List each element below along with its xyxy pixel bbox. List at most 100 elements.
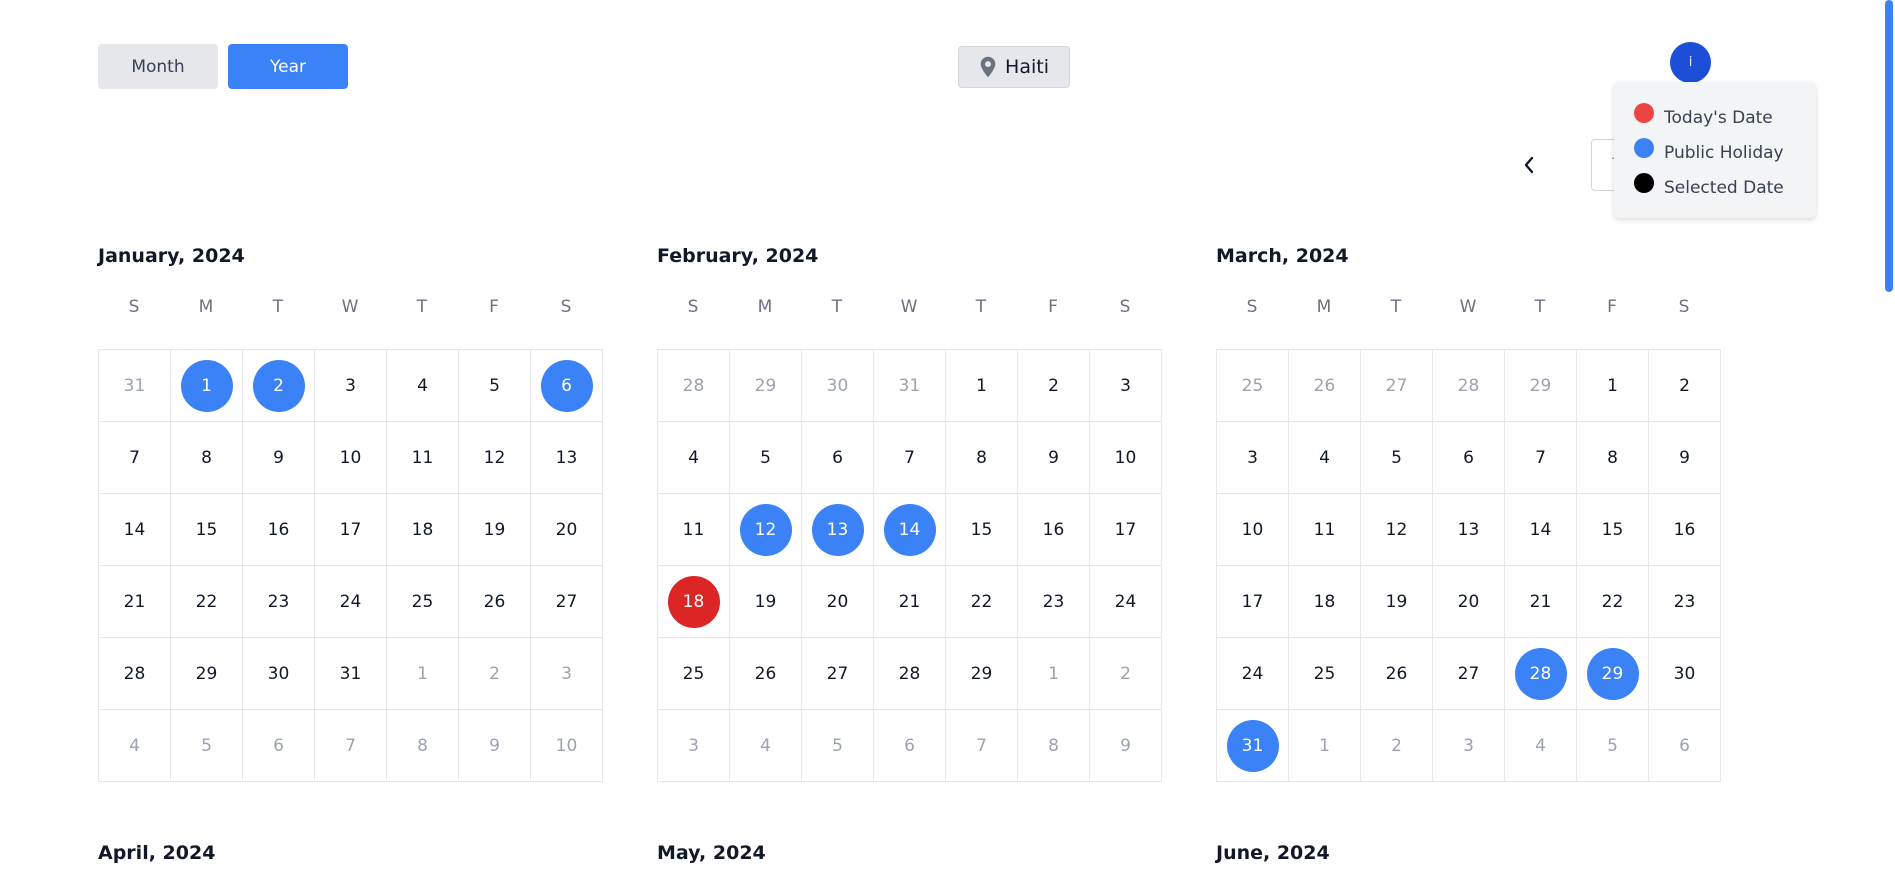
- day-cell[interactable]: 26: [1289, 350, 1361, 422]
- day-cell[interactable]: 7: [99, 422, 171, 494]
- day-cell[interactable]: 8: [171, 422, 243, 494]
- day-cell[interactable]: 21: [1505, 566, 1577, 638]
- day-cell[interactable]: 25: [1217, 350, 1289, 422]
- day-cell[interactable]: 24: [1090, 566, 1162, 638]
- year-view-button[interactable]: Year: [228, 44, 348, 89]
- day-cell[interactable]: 8: [387, 710, 459, 782]
- day-cell[interactable]: 16: [243, 494, 315, 566]
- day-cell[interactable]: 10: [531, 710, 603, 782]
- day-cell[interactable]: 9: [459, 710, 531, 782]
- day-cell[interactable]: 13: [531, 422, 603, 494]
- day-cell[interactable]: 4: [658, 422, 730, 494]
- day-cell[interactable]: 28: [1433, 350, 1505, 422]
- day-cell[interactable]: 3: [658, 710, 730, 782]
- day-cell[interactable]: 3: [1217, 422, 1289, 494]
- day-cell[interactable]: 30: [243, 638, 315, 710]
- day-cell[interactable]: 9: [1649, 422, 1721, 494]
- day-cell[interactable]: 29: [171, 638, 243, 710]
- day-cell[interactable]: 25: [658, 638, 730, 710]
- day-cell[interactable]: 19: [1361, 566, 1433, 638]
- day-cell[interactable]: 29: [946, 638, 1018, 710]
- day-cell[interactable]: 6: [243, 710, 315, 782]
- day-cell[interactable]: 21: [99, 566, 171, 638]
- day-cell[interactable]: 5: [459, 350, 531, 422]
- day-cell[interactable]: 25: [387, 566, 459, 638]
- day-cell[interactable]: 17: [1090, 494, 1162, 566]
- day-cell[interactable]: 24: [315, 566, 387, 638]
- day-cell[interactable]: 11: [387, 422, 459, 494]
- day-cell[interactable]: 27: [1433, 638, 1505, 710]
- day-cell[interactable]: 31: [874, 350, 946, 422]
- day-cell[interactable]: 12: [459, 422, 531, 494]
- day-cell[interactable]: 31: [99, 350, 171, 422]
- day-cell[interactable]: 15: [171, 494, 243, 566]
- day-cell[interactable]: 4: [1505, 710, 1577, 782]
- holiday-day-cell[interactable]: 14: [874, 494, 946, 566]
- day-cell[interactable]: 11: [1289, 494, 1361, 566]
- day-cell[interactable]: 24: [1217, 638, 1289, 710]
- day-cell[interactable]: 10: [1217, 494, 1289, 566]
- day-cell[interactable]: 4: [99, 710, 171, 782]
- day-cell[interactable]: 26: [459, 566, 531, 638]
- day-cell[interactable]: 5: [171, 710, 243, 782]
- day-cell[interactable]: 23: [243, 566, 315, 638]
- day-cell[interactable]: 2: [1090, 638, 1162, 710]
- day-cell[interactable]: 12: [1361, 494, 1433, 566]
- day-cell[interactable]: 16: [1018, 494, 1090, 566]
- day-cell[interactable]: 14: [1505, 494, 1577, 566]
- day-cell[interactable]: 7: [874, 422, 946, 494]
- day-cell[interactable]: 20: [802, 566, 874, 638]
- day-cell[interactable]: 11: [658, 494, 730, 566]
- day-cell[interactable]: 21: [874, 566, 946, 638]
- day-cell[interactable]: 3: [1090, 350, 1162, 422]
- day-cell[interactable]: 9: [1090, 710, 1162, 782]
- day-cell[interactable]: 9: [243, 422, 315, 494]
- day-cell[interactable]: 2: [1649, 350, 1721, 422]
- scrollbar-track[interactable]: [1883, 0, 1895, 885]
- day-cell[interactable]: 6: [874, 710, 946, 782]
- day-cell[interactable]: 30: [802, 350, 874, 422]
- holiday-day-cell[interactable]: 29: [1577, 638, 1649, 710]
- day-cell[interactable]: 7: [315, 710, 387, 782]
- day-cell[interactable]: 1: [1577, 350, 1649, 422]
- holiday-day-cell[interactable]: 31: [1217, 710, 1289, 782]
- day-cell[interactable]: 30: [1649, 638, 1721, 710]
- day-cell[interactable]: 10: [315, 422, 387, 494]
- day-cell[interactable]: 4: [387, 350, 459, 422]
- day-cell[interactable]: 27: [1361, 350, 1433, 422]
- day-cell[interactable]: 6: [1649, 710, 1721, 782]
- day-cell[interactable]: 31: [315, 638, 387, 710]
- day-cell[interactable]: 28: [658, 350, 730, 422]
- day-cell[interactable]: 2: [1018, 350, 1090, 422]
- day-cell[interactable]: 28: [874, 638, 946, 710]
- day-cell[interactable]: 18: [1289, 566, 1361, 638]
- day-cell[interactable]: 4: [1289, 422, 1361, 494]
- day-cell[interactable]: 22: [946, 566, 1018, 638]
- previous-year-button[interactable]: [1516, 150, 1542, 180]
- day-cell[interactable]: 15: [1577, 494, 1649, 566]
- day-cell[interactable]: 8: [1577, 422, 1649, 494]
- day-cell[interactable]: 3: [1433, 710, 1505, 782]
- day-cell[interactable]: 1: [1289, 710, 1361, 782]
- day-cell[interactable]: 17: [315, 494, 387, 566]
- day-cell[interactable]: 18: [387, 494, 459, 566]
- day-cell[interactable]: 27: [802, 638, 874, 710]
- day-cell[interactable]: 8: [946, 422, 1018, 494]
- day-cell[interactable]: 16: [1649, 494, 1721, 566]
- holiday-day-cell[interactable]: 12: [730, 494, 802, 566]
- day-cell[interactable]: 26: [1361, 638, 1433, 710]
- day-cell[interactable]: 2: [1361, 710, 1433, 782]
- day-cell[interactable]: 4: [730, 710, 802, 782]
- day-cell[interactable]: 2: [459, 638, 531, 710]
- holiday-day-cell[interactable]: 6: [531, 350, 603, 422]
- day-cell[interactable]: 20: [531, 494, 603, 566]
- day-cell[interactable]: 10: [1090, 422, 1162, 494]
- day-cell[interactable]: 5: [730, 422, 802, 494]
- day-cell[interactable]: 1: [946, 350, 1018, 422]
- day-cell[interactable]: 23: [1018, 566, 1090, 638]
- holiday-day-cell[interactable]: 1: [171, 350, 243, 422]
- day-cell[interactable]: 19: [730, 566, 802, 638]
- info-button[interactable]: i: [1670, 42, 1711, 83]
- scrollbar-thumb[interactable]: [1885, 0, 1893, 292]
- day-cell[interactable]: 3: [531, 638, 603, 710]
